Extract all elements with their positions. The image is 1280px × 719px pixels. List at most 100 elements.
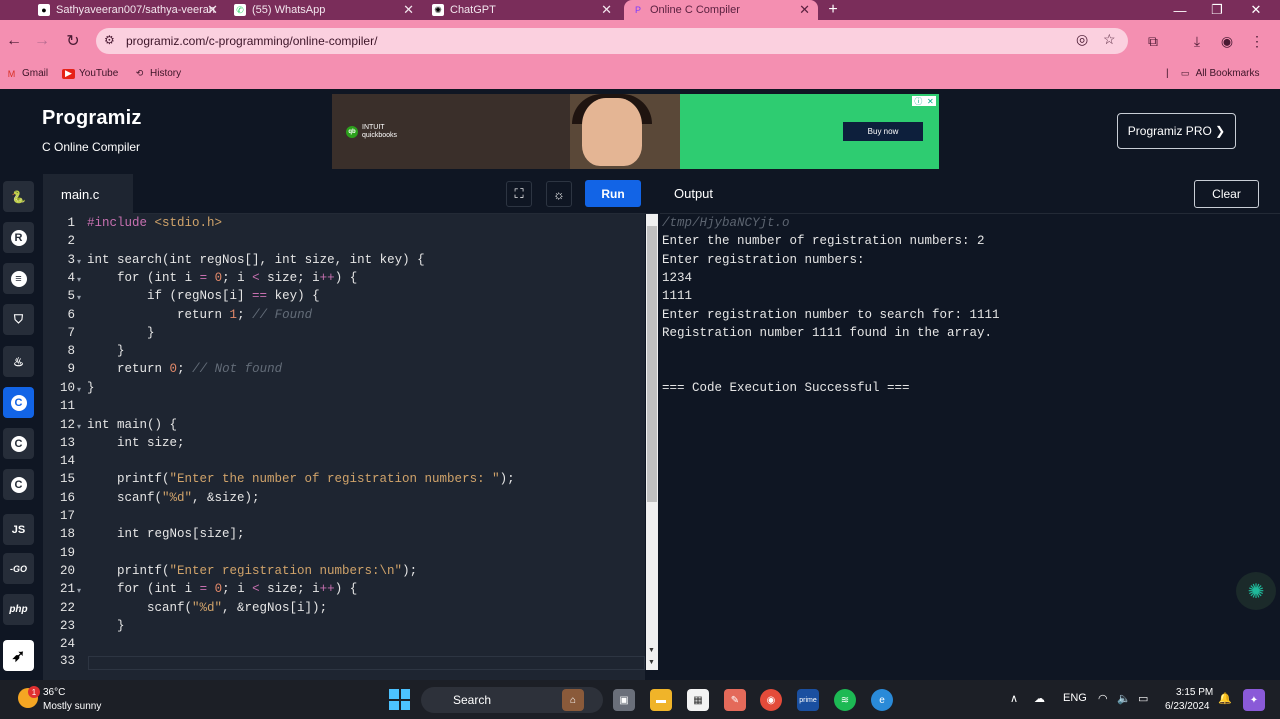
cpp-icon[interactable]: C — [3, 428, 34, 459]
chatgpt-icon: ✺ — [432, 4, 444, 16]
ad-close-icon[interactable]: ⓘ ✕ — [912, 96, 936, 106]
forward-button[interactable]: → — [31, 30, 53, 52]
programiz-pro-button[interactable]: Programiz PRO ❯ — [1117, 113, 1236, 149]
fold-toggle-icon[interactable]: ▾ — [77, 293, 81, 302]
code-line: int main() { — [87, 418, 178, 432]
bookmark-history[interactable]: ⟲ History — [133, 68, 181, 79]
fold-toggle-icon[interactable]: ▾ — [77, 275, 81, 284]
edge-icon[interactable]: e — [871, 689, 893, 711]
output-console[interactable] — [660, 214, 1280, 680]
divider: | — [1166, 68, 1169, 79]
output-title: Output — [674, 186, 714, 201]
file-tab-main-c[interactable]: main.c — [43, 174, 133, 214]
php-icon[interactable]: php — [3, 594, 34, 625]
line-number: 20 — [59, 564, 75, 578]
tab-title: Online C Compiler — [650, 4, 740, 16]
close-icon[interactable]: ✕ — [799, 2, 810, 18]
python-icon[interactable]: 🐍 — [3, 181, 34, 212]
fullscreen-icon[interactable]: ⛶ — [506, 181, 532, 207]
line-number: 18 — [59, 527, 75, 541]
line-number: 10 — [59, 381, 75, 395]
window-close-button[interactable]: ✕ — [1238, 0, 1274, 20]
bookmark-all[interactable]: | ▭ All Bookmarks — [1166, 68, 1260, 79]
output-line: Enter the number of registration numbers… — [662, 234, 985, 248]
clock-date[interactable]: 6/23/2024 — [1165, 701, 1210, 712]
clear-button[interactable]: Clear — [1194, 180, 1259, 208]
run-button[interactable]: Run — [585, 180, 641, 207]
scroll-down-icon[interactable]: ▼ — [648, 659, 655, 666]
extensions-icon[interactable]: ⧉ — [1142, 30, 1164, 52]
wifi-icon[interactable]: ◠ — [1098, 692, 1108, 705]
language-indicator[interactable]: ENG — [1063, 692, 1087, 704]
fold-toggle-icon[interactable]: ▾ — [77, 257, 81, 266]
tab-chatgpt[interactable]: ✺ ChatGPT ✕ — [424, 0, 620, 20]
maximize-button[interactable]: ❐ — [1199, 0, 1235, 20]
reload-button[interactable]: ↻ — [62, 30, 84, 52]
html-icon[interactable]: ⛉ — [3, 304, 34, 335]
theme-toggle-icon[interactable]: ☼ — [546, 181, 572, 207]
sql-icon[interactable]: ≡ — [3, 263, 34, 294]
volume-icon[interactable]: 🔈 — [1117, 692, 1131, 705]
chatgpt-icon[interactable]: ✺ — [1236, 572, 1276, 610]
c-icon[interactable]: C — [3, 387, 34, 418]
minimize-button[interactable]: — — [1162, 0, 1198, 20]
weather-description[interactable]: Mostly sunny — [43, 701, 101, 712]
tab-title: (55) WhatsApp — [252, 4, 326, 16]
code-line: int search(int regNos[], int size, int k… — [87, 253, 425, 267]
download-icon[interactable]: ⤓ — [1186, 30, 1208, 52]
tab-github[interactable]: ● Sathyaveeran007/sathya-veeran ✕ — [30, 0, 226, 20]
prime-video-icon[interactable]: prime — [797, 689, 819, 711]
programiz-logo[interactable]: Programiz — [42, 107, 142, 130]
store-icon[interactable]: ▦ — [687, 689, 709, 711]
go-icon[interactable]: -GO — [3, 553, 34, 584]
line-number: 2 — [67, 234, 75, 248]
site-info-icon[interactable]: ⚙ — [104, 33, 115, 47]
scroll-down-icon[interactable]: ▼ — [648, 647, 655, 654]
r-icon[interactable]: R — [3, 222, 34, 253]
new-tab-button[interactable]: + — [820, 0, 846, 20]
line-number: 1 — [67, 216, 75, 230]
profile-avatar[interactable]: ◉ — [1216, 30, 1238, 52]
clock-time[interactable]: 3:15 PM — [1176, 687, 1213, 698]
copilot-icon[interactable]: ✦ — [1243, 689, 1265, 711]
star-icon[interactable]: ☆ — [1103, 31, 1116, 48]
windows-start-icon[interactable] — [389, 689, 410, 710]
chevron-up-icon[interactable]: ∧ — [1010, 692, 1018, 705]
notification-bell-icon[interactable]: 🔔 — [1218, 692, 1232, 705]
fold-toggle-icon[interactable]: ▾ — [77, 422, 81, 431]
advertisement-banner[interactable]: qb INTUIT quickbooks Buy now — [332, 94, 939, 169]
battery-icon[interactable]: ▭ — [1138, 692, 1148, 705]
close-icon[interactable]: ✕ — [601, 2, 612, 18]
swift-icon[interactable]: ➶ — [3, 640, 34, 671]
line-number: 15 — [59, 472, 75, 486]
eye-off-icon[interactable]: ◎ — [1076, 31, 1088, 48]
bookmark-gmail[interactable]: M Gmail — [5, 68, 48, 79]
task-view-icon[interactable]: ▣ — [613, 689, 635, 711]
fold-toggle-icon[interactable]: ▾ — [77, 385, 81, 394]
scrollbar-thumb[interactable] — [647, 226, 657, 502]
ad-buy-now-button[interactable]: Buy now — [843, 122, 923, 141]
search-highlight-icon[interactable]: ⌂ — [562, 689, 584, 711]
close-icon[interactable]: ✕ — [403, 2, 414, 18]
javascript-icon[interactable]: JS — [3, 514, 34, 545]
chrome-icon[interactable]: ◉ — [760, 689, 782, 711]
tab-online-c-compiler[interactable]: P Online C Compiler ✕ — [624, 0, 818, 20]
cloud-icon[interactable]: ☁ — [1034, 692, 1045, 705]
whatsapp-icon: ✆ — [234, 4, 246, 16]
csharp-icon[interactable]: C — [3, 469, 34, 500]
code-line: } — [87, 344, 125, 358]
bookmark-youtube[interactable]: ▶ YouTube — [62, 68, 118, 79]
fold-toggle-icon[interactable]: ▾ — [77, 586, 81, 595]
output-header — [660, 174, 1280, 214]
url-field[interactable]: programiz.com/c-programming/online-compi… — [96, 28, 1128, 54]
ad-brand: qb INTUIT quickbooks — [346, 124, 402, 140]
weather-temperature[interactable]: 36°C — [43, 687, 65, 698]
tab-whatsapp[interactable]: ✆ (55) WhatsApp ✕ — [226, 0, 422, 20]
file-explorer-icon[interactable]: ▬ — [650, 689, 672, 711]
java-icon[interactable]: ♨ — [3, 346, 34, 377]
back-button[interactable]: ← — [3, 30, 25, 52]
app-icon[interactable]: ✎ — [724, 689, 746, 711]
close-icon[interactable]: ✕ — [207, 2, 218, 18]
menu-icon[interactable]: ⋮ — [1246, 30, 1268, 52]
spotify-icon[interactable]: ≋ — [834, 689, 856, 711]
